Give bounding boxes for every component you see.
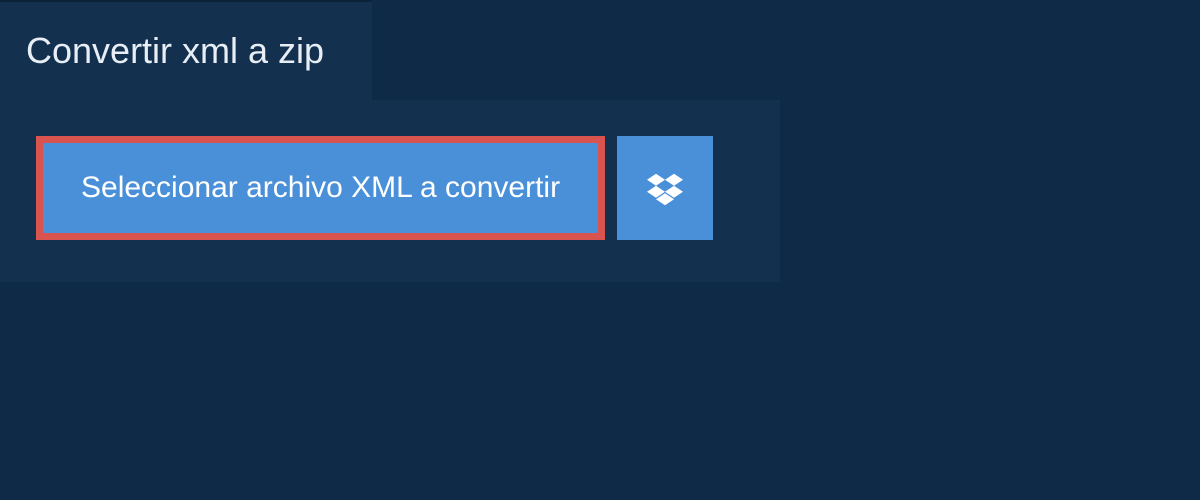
select-file-button[interactable]: Seleccionar archivo XML a convertir xyxy=(36,136,605,240)
dropbox-icon xyxy=(647,170,683,206)
upload-panel: Seleccionar archivo XML a convertir xyxy=(0,100,780,282)
dropbox-button[interactable] xyxy=(617,136,713,240)
page-title-tab: Convertir xml a zip xyxy=(0,0,372,100)
button-row: Seleccionar archivo XML a convertir xyxy=(36,136,744,240)
select-file-label: Seleccionar archivo XML a convertir xyxy=(81,171,560,204)
page-title: Convertir xml a zip xyxy=(26,30,324,71)
